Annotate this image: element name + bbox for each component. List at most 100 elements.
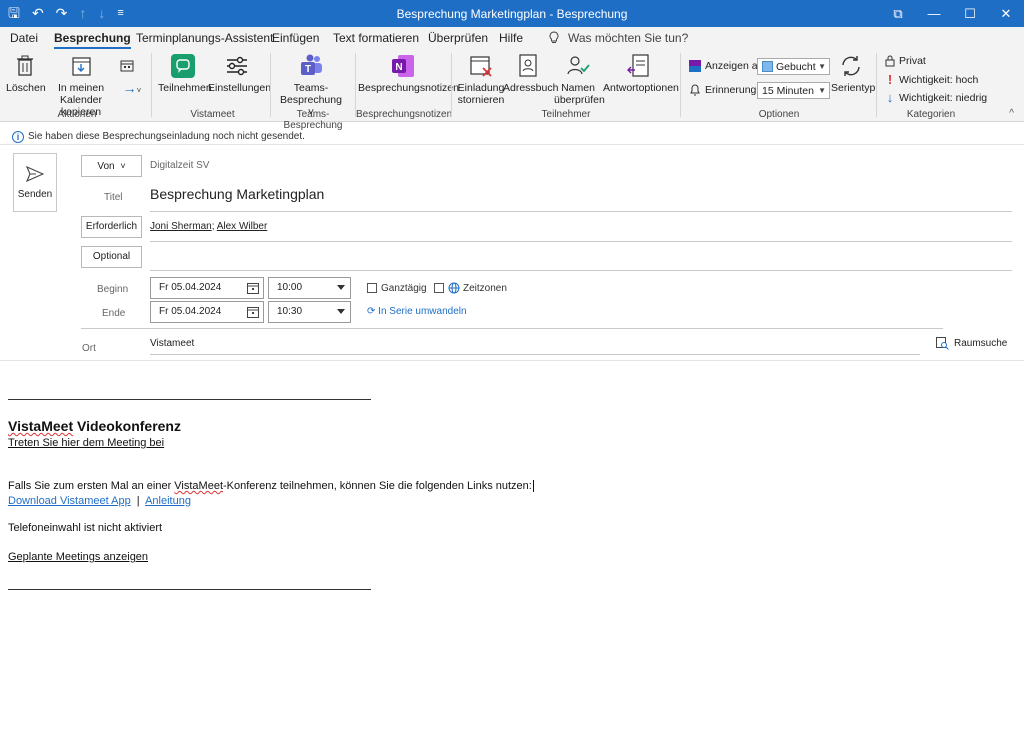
from-label: Von — [97, 161, 115, 172]
meeting-notes-button[interactable]: N Besprechungsnotizen — [358, 53, 459, 94]
onenote-icon: N — [392, 55, 414, 77]
down-arrow-icon: ↓ — [886, 90, 894, 105]
links-row: Download Vistameet App | Anleitung — [8, 495, 191, 507]
tell-me-search[interactable]: Was möchten Sie tun? — [568, 31, 688, 45]
room-search-icon — [936, 337, 949, 350]
attendee[interactable]: Joni Sherman — [150, 221, 212, 232]
restore-window-button[interactable]: ⧉ — [880, 0, 916, 27]
response-options-icon — [627, 54, 649, 77]
recurrence-button[interactable]: Serientyp — [831, 53, 875, 94]
separator — [451, 53, 452, 117]
start-time-select[interactable]: 10:00 — [268, 277, 351, 299]
send-icon — [25, 165, 45, 183]
title-bar: 🖫 ↶ ↷ ↑ ↓ ≡ Besprechung Marketingplan - … — [0, 0, 1024, 27]
calendar-icon[interactable] — [247, 282, 259, 294]
intro-part2: -Konferenz teilnehmen, können Sie die fo… — [223, 480, 532, 492]
tab-text-formatieren[interactable]: Text formatieren — [333, 31, 419, 45]
send-label: Senden — [17, 189, 53, 200]
location-input[interactable]: Vistameet — [150, 338, 194, 349]
heading-rest: Videokonferenz — [73, 418, 181, 434]
title-label: Titel — [104, 192, 123, 203]
response-options-label: Antwortoptionen — [603, 82, 679, 94]
join-button[interactable]: Teilnehmen — [158, 53, 212, 94]
calendar-icon[interactable] — [247, 306, 259, 318]
recurrence-icon — [842, 56, 860, 76]
chevron-down-icon: ▼ — [818, 62, 826, 71]
tab-hilfe[interactable]: Hilfe — [499, 31, 523, 45]
location-underline — [150, 354, 920, 355]
optional-underline — [150, 270, 1012, 271]
recurrence-icon: ⟳ — [367, 306, 376, 317]
tab-terminplanung[interactable]: Terminplanungs-Assistent — [136, 31, 273, 45]
response-options-button[interactable]: Antwortoptionen — [603, 53, 679, 94]
separator — [680, 53, 681, 117]
calendar-copy-icon — [72, 57, 91, 76]
intro-brand: VistaMeet — [174, 480, 224, 492]
guide-link[interactable]: Anleitung — [145, 495, 191, 507]
reminder-value: 15 Minuten — [762, 84, 814, 97]
end-time-value: 10:30 — [277, 306, 303, 317]
end-date-picker[interactable]: Fr 05.04.2024 — [150, 301, 264, 323]
importance-high-button[interactable]: ! Wichtigkeit: hoch — [885, 72, 979, 87]
scheduled-meetings-link[interactable]: Geplante Meetings anzeigen — [8, 551, 148, 563]
settings-label: Einstellungen — [208, 82, 272, 94]
download-app-link[interactable]: Download Vistameet App — [8, 495, 131, 507]
end-date-value: Fr 05.04.2024 — [159, 306, 222, 317]
window-title: Besprechung Marketingplan - Besprechung — [396, 7, 628, 21]
busy-swatch — [762, 61, 773, 72]
tab-ueberpruefen[interactable]: Überprüfen — [428, 31, 488, 45]
time-zones-checkbox[interactable] — [434, 283, 444, 293]
start-date-picker[interactable]: Fr 05.04.2024 — [150, 277, 264, 299]
close-button[interactable]: ✕ — [988, 0, 1024, 27]
minimize-button[interactable]: — — [916, 0, 952, 27]
group-label-vistameet: Vistameet — [190, 109, 235, 120]
cancel-invitation-button[interactable]: Einladung stornieren — [456, 53, 506, 106]
trash-icon — [17, 55, 33, 76]
room-finder-button[interactable]: Raumsuche — [936, 337, 1007, 350]
body-bottom-rule — [8, 589, 371, 590]
separator — [876, 53, 877, 117]
join-label: Teilnehmen — [158, 82, 212, 94]
attendee[interactable]: Alex Wilber — [217, 221, 268, 232]
calendar-small-icon[interactable] — [119, 59, 135, 75]
forward-icon[interactable]: →˅ — [119, 81, 145, 97]
reminder-row: Erinnerung: — [689, 84, 759, 96]
collapse-ribbon-icon[interactable]: ^ — [1009, 108, 1014, 119]
make-recurring-link[interactable]: ⟳ In Serie umwandeln — [367, 306, 467, 317]
tab-einfuegen[interactable]: Einfügen — [272, 31, 319, 45]
text-cursor — [532, 480, 534, 493]
required-attendees-button[interactable]: Erforderlich — [81, 216, 142, 238]
tab-datei[interactable]: Datei — [10, 31, 38, 45]
required-underline — [150, 241, 1012, 242]
optional-attendees-button[interactable]: Optional — [81, 246, 142, 268]
maximize-button[interactable]: ☐ — [952, 0, 988, 27]
group-label-notizen: Besprechungsnotizen — [356, 109, 453, 120]
end-time-select[interactable]: 10:30 — [268, 301, 351, 323]
settings-button[interactable]: Einstellungen — [208, 53, 271, 94]
delete-button[interactable]: Löschen — [6, 53, 46, 94]
check-names-button[interactable]: Namen überprüfen — [554, 53, 605, 106]
group-label-aktionen: Aktionen — [57, 109, 97, 120]
chevron-down-icon — [337, 309, 345, 314]
show-as-select[interactable]: Gebucht ▼ — [757, 58, 830, 75]
required-attendees-field[interactable]: Joni Sherman; Alex Wilber — [150, 221, 267, 232]
join-meeting-link[interactable]: Treten Sie hier dem Meeting bei — [8, 437, 164, 449]
make-recurring-label: In Serie umwandeln — [378, 306, 467, 317]
start-date-value: Fr 05.04.2024 — [159, 282, 222, 293]
importance-low-button[interactable]: ↓ Wichtigkeit: niedrig — [885, 90, 987, 105]
private-button[interactable]: Privat — [885, 55, 926, 67]
tab-besprechung[interactable]: Besprechung — [54, 31, 131, 49]
lock-icon — [885, 55, 895, 67]
link-separator: | — [136, 495, 140, 507]
all-day-checkbox[interactable] — [367, 283, 377, 293]
from-button[interactable]: Von ˅ — [81, 155, 142, 177]
exclamation-icon: ! — [887, 72, 893, 87]
separator — [270, 53, 271, 117]
address-book-button[interactable]: Adressbuch — [503, 53, 558, 94]
group-label-optionen: Optionen — [758, 109, 800, 120]
send-button[interactable]: Senden — [13, 153, 57, 212]
title-input[interactable]: Besprechung Marketingplan — [150, 186, 324, 202]
copy-calendar-line1: In meinen — [57, 82, 105, 94]
reminder-select[interactable]: 15 Minuten ▼ — [757, 82, 830, 99]
ribbon: Löschen In meinen Kalender kopieren →˅ A… — [0, 49, 1024, 131]
